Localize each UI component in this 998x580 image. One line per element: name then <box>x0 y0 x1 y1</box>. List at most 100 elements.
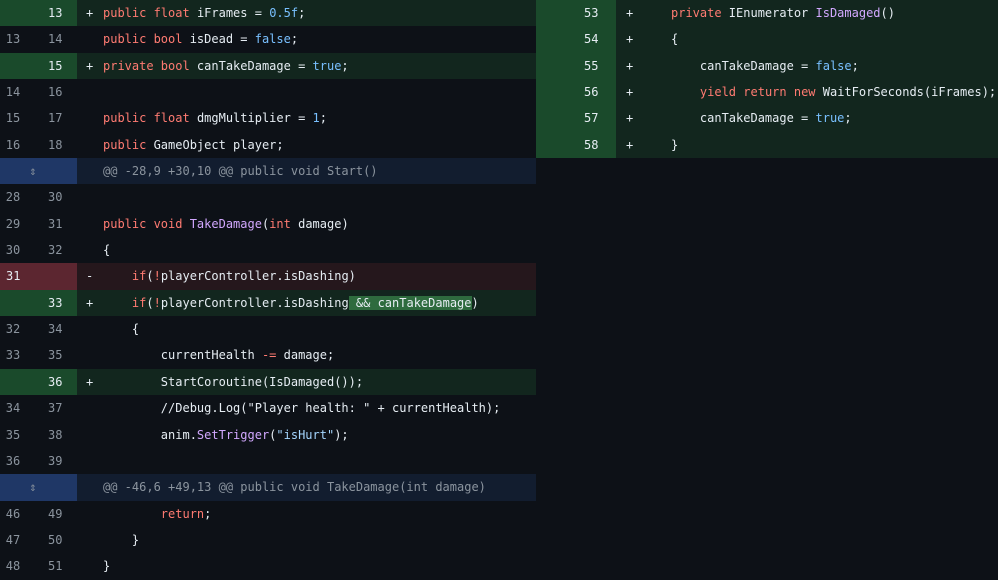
diff-line-row: 48 51} <box>0 553 536 579</box>
diff-line-row: 34 37 //Debug.Log("Player health: " + cur… <box>0 395 536 421</box>
code-token: yield <box>699 85 744 100</box>
old-line-number: 14 <box>5 85 21 100</box>
new-line-number: 31 <box>48 216 63 231</box>
diff-line-row: 57 + canTakeDamage = true; <box>536 105 998 132</box>
diff-sign: + <box>86 374 94 389</box>
code-token: ); <box>334 427 349 442</box>
code-token: damage; <box>276 348 335 363</box>
old-line-number: 36 <box>5 453 21 468</box>
code-token: void <box>153 216 190 231</box>
code-text: if(!playerController.isDashing && canTak… <box>103 290 479 316</box>
code-token: ; <box>341 58 349 73</box>
code-text: } <box>103 527 139 553</box>
code-token: WaitForSeconds(iFrames); <box>822 85 997 100</box>
new-line-number: 36 <box>40 368 77 396</box>
code-token: false <box>254 32 291 47</box>
code-text: yield return new WaitForSeconds(iFrames)… <box>671 79 996 105</box>
code-text: public float dmgMultiplier = 1; <box>103 105 327 131</box>
code-token: @@ -28,9 +30,10 @@ public void Start() <box>103 164 378 179</box>
old-line-number: 31 <box>0 263 77 290</box>
code-token: canTakeDamage = <box>671 58 816 73</box>
code-text: anim.SetTrigger("isHurt"); <box>103 422 349 448</box>
code-token: ( <box>146 269 154 284</box>
new-line-number: 34 <box>48 322 63 337</box>
old-line-number: 15 <box>5 111 21 126</box>
new-line-number: 57 <box>536 105 616 132</box>
diff-line-row: 16 18 public GameObject player; <box>0 132 536 158</box>
code-token: public <box>103 6 154 20</box>
code-token: float <box>153 111 197 126</box>
code-token: } <box>671 137 679 152</box>
diff-line-row: 56 + yield return new WaitForSeconds(iFra… <box>536 79 998 106</box>
old-line-number: 13 <box>5 32 21 47</box>
code-token: { <box>671 32 679 47</box>
code-token: public <box>103 32 154 47</box>
new-line-number: 33 <box>40 289 77 317</box>
expand-hunk-button[interactable]: ⇕ <box>0 158 77 185</box>
diff-sign: + <box>86 58 94 73</box>
code-token: isDead = <box>189 32 255 47</box>
new-line-number: 51 <box>48 559 63 574</box>
code-text: { <box>103 316 139 342</box>
new-line-number: 32 <box>48 243 63 258</box>
code-token: GameObject player; <box>153 137 284 152</box>
code-token: int <box>269 216 299 231</box>
code-token: private <box>671 6 729 20</box>
diff-line-row: 15 + private bool canTakeDamage = true; <box>0 52 536 80</box>
diff-line-row: 32 34 { <box>0 316 536 342</box>
new-line-number: 50 <box>48 532 63 547</box>
new-line-number: 58 <box>536 131 616 159</box>
new-line-number: 38 <box>48 427 63 442</box>
diff-line-row: 14 16 <box>0 79 536 105</box>
code-token: { <box>103 243 111 258</box>
code-token: TakeDamage <box>189 216 262 231</box>
new-line-number: 53 <box>536 0 616 27</box>
code-token: currentHealth <box>103 348 262 363</box>
diff-line-row: 28 30 <box>0 184 536 210</box>
new-line-number: 18 <box>48 137 63 152</box>
diff-sign: + <box>86 295 94 310</box>
code-token: playerController.isDashing <box>160 295 349 310</box>
code-text: public bool isDead = false; <box>103 26 298 52</box>
code-token: ! <box>153 269 161 284</box>
old-line-number: 30 <box>5 243 21 258</box>
code-token: } <box>103 559 111 574</box>
code-text: } <box>671 132 678 158</box>
expand-hunk-button[interactable]: ⇕ <box>0 474 77 501</box>
diff-right-pane: 53 + private IEnumerator IsDamaged() 54 + {55… <box>536 0 998 159</box>
code-token: true <box>312 58 342 73</box>
code-token: && canTakeDamage <box>348 295 472 310</box>
new-line-number: 15 <box>40 52 77 80</box>
old-line-number: 33 <box>5 348 21 363</box>
old-line-number: 16 <box>5 137 21 152</box>
code-text: public void TakeDamage(int damage) <box>103 211 349 237</box>
old-line-number: 29 <box>5 216 21 231</box>
code-token: bool <box>153 32 190 47</box>
code-token: public <box>103 216 154 231</box>
code-token: false <box>815 58 852 73</box>
code-token: bool <box>160 58 197 73</box>
code-token: ; <box>204 506 212 521</box>
new-line-number: 30 <box>48 190 63 205</box>
diff-sign: + <box>626 32 634 47</box>
code-token: private <box>103 58 161 73</box>
diff-sign: + <box>626 137 634 152</box>
old-line-number <box>0 289 40 317</box>
diff-sign: + <box>626 111 634 126</box>
diff-line-row: 29 31 public void TakeDamage(int damage) <box>0 211 536 237</box>
code-token: ! <box>153 295 161 310</box>
code-text: currentHealth -= damage; <box>103 342 334 368</box>
code-token: IEnumerator <box>728 6 816 20</box>
code-token: return <box>160 506 205 521</box>
diff-line-row: 55 + canTakeDamage = false; <box>536 52 998 80</box>
code-text: @@ -46,6 +49,13 @@ public void TakeDamag… <box>103 474 486 500</box>
unfold-icon: ⇕ <box>29 480 37 495</box>
hunk-header-row: ⇕ @@ -46,6 +49,13 @@ public void TakeDama… <box>0 474 536 501</box>
code-token: public <box>103 111 154 126</box>
new-line-number: 13 <box>40 0 77 27</box>
code-text: public float iFrames = 0.5f; <box>103 0 305 26</box>
diff-line-row: 33 + if(!playerController.isDashing && ca… <box>0 289 536 317</box>
code-token: public <box>103 137 154 152</box>
